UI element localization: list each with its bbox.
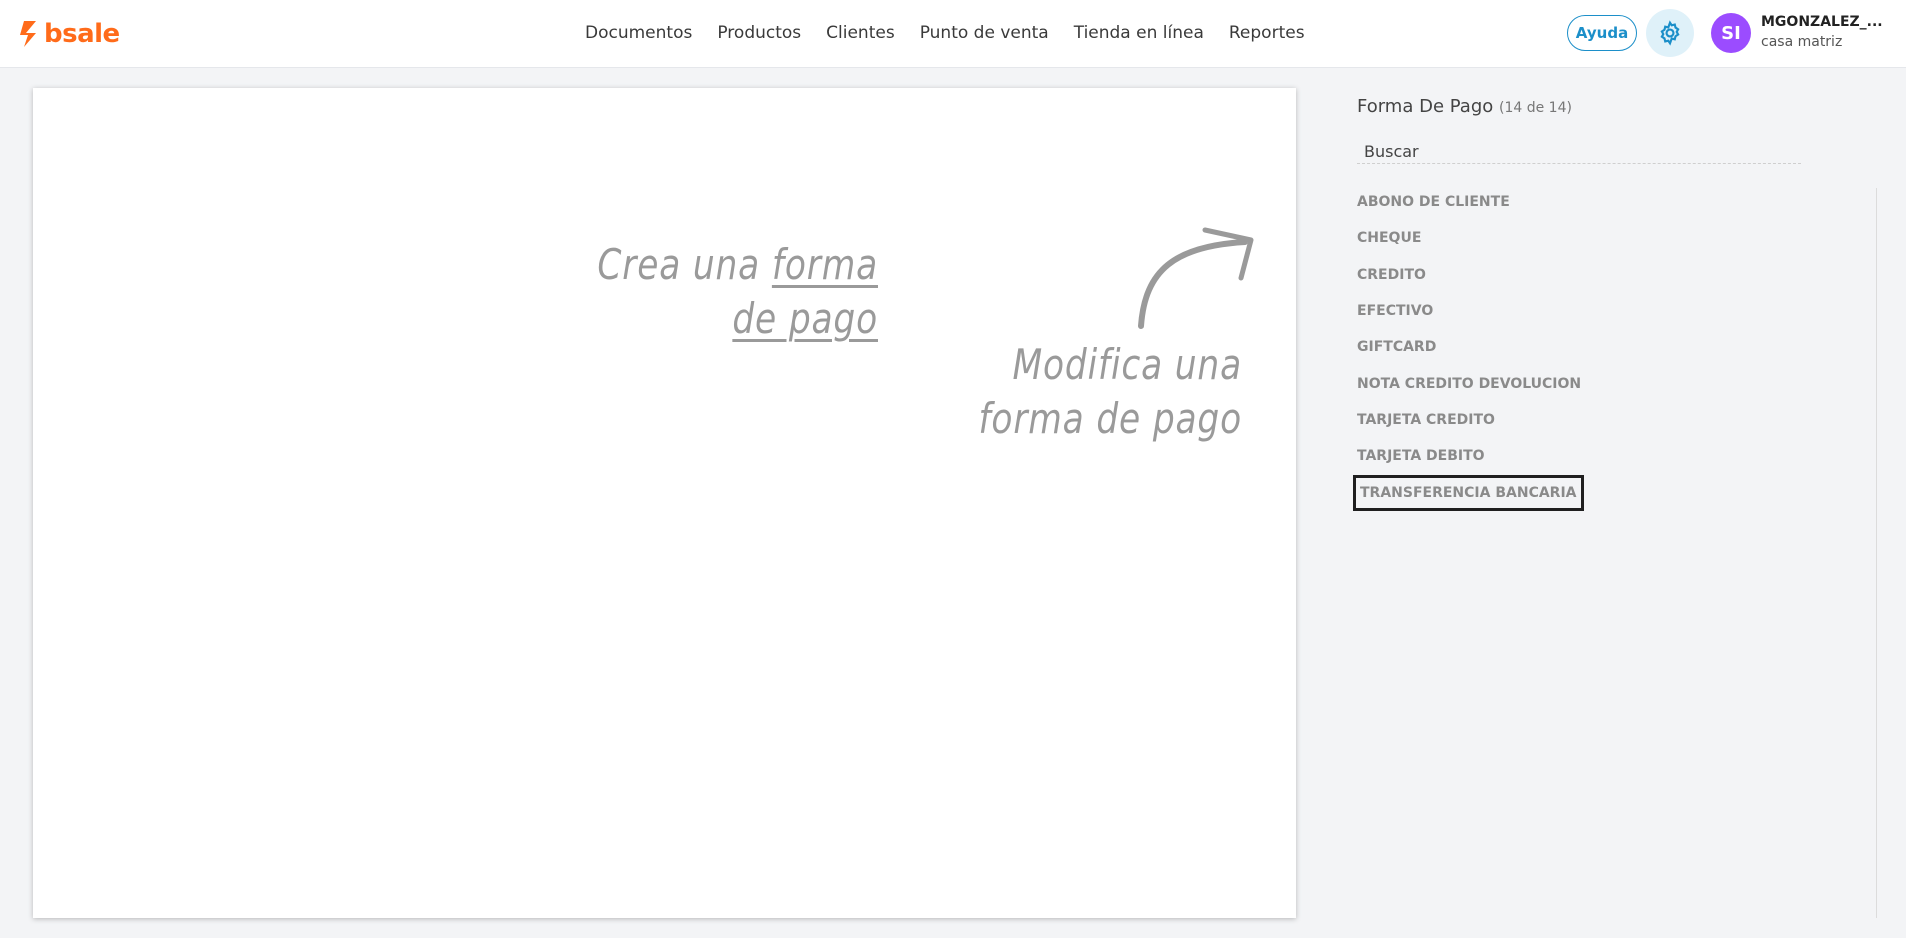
payment-method-item[interactable]: NOTA CREDITO DEVOLUCION: [1353, 370, 1585, 398]
bsale-logo[interactable]: bsale: [20, 18, 120, 50]
nav-productos[interactable]: Productos: [717, 23, 801, 43]
create-payment-link-2[interactable]: de pago: [732, 294, 878, 343]
panel-count: (14 de 14): [1499, 100, 1572, 116]
bsale-wordmark: bsale: [44, 19, 120, 49]
panel-title-text: Forma De Pago: [1357, 96, 1494, 117]
panel-scrollbar[interactable]: [1876, 188, 1877, 918]
user-avatar[interactable]: SI: [1711, 13, 1751, 53]
payment-method-item[interactable]: GIFTCARD: [1353, 333, 1440, 361]
create-hint-line1: Crea una forma: [534, 238, 878, 292]
payment-method-item[interactable]: ABONO DE CLIENTE: [1353, 188, 1514, 216]
nav-reportes[interactable]: Reportes: [1229, 23, 1305, 43]
payment-method-item[interactable]: TARJETA CREDITO: [1353, 406, 1499, 434]
list-item: CHEQUE: [1357, 220, 1877, 256]
payment-method-item[interactable]: CREDITO: [1353, 261, 1430, 289]
list-item: NOTA CREDITO DEVOLUCION: [1357, 365, 1877, 401]
payment-method-list: ABONO DE CLIENTE CHEQUE CREDITO EFECTIVO…: [1353, 184, 1877, 511]
search-input[interactable]: [1357, 140, 1801, 164]
gear-icon: [1660, 20, 1680, 46]
payment-method-item[interactable]: TRANSFERENCIA BANCARIA: [1353, 474, 1584, 511]
payment-method-item[interactable]: TARJETA DEBITO: [1353, 442, 1489, 470]
panel-title: Forma De Pago (14 de 14): [1357, 96, 1877, 117]
user-name: MGONZALEZ_...: [1761, 14, 1883, 30]
modify-hint-line2: forma de pago: [978, 394, 1242, 443]
payment-method-item[interactable]: EFECTIVO: [1353, 297, 1437, 325]
create-payment-link-1[interactable]: forma: [772, 240, 878, 289]
user-menu[interactable]: MGONZALEZ_... casa matriz: [1761, 14, 1901, 50]
list-item: TARJETA DEBITO: [1357, 438, 1877, 474]
modify-hint: Modifica una forma de pago: [865, 338, 1242, 446]
list-item: ABONO DE CLIENTE: [1357, 184, 1877, 220]
help-button[interactable]: Ayuda: [1567, 15, 1637, 51]
payment-method-item[interactable]: CHEQUE: [1353, 224, 1425, 252]
nav-tienda-en-linea[interactable]: Tienda en línea: [1074, 23, 1204, 43]
list-item: TARJETA CREDITO: [1357, 402, 1877, 438]
user-branch: casa matriz: [1761, 34, 1843, 50]
list-item: GIFTCARD: [1357, 329, 1877, 365]
payment-method-panel: Forma De Pago (14 de 14) ABONO DE CLIENT…: [1353, 96, 1877, 916]
nav-clientes[interactable]: Clientes: [826, 23, 895, 43]
list-item: TRANSFERENCIA BANCARIA: [1353, 474, 1877, 511]
curved-arrow-icon: [1138, 227, 1254, 329]
create-hint-line2: de pago: [534, 292, 878, 346]
nav-documentos[interactable]: Documentos: [585, 23, 692, 43]
settings-button[interactable]: [1646, 9, 1694, 57]
bsale-logo-icon: [20, 21, 36, 47]
create-hint-prefix: Crea una: [597, 240, 772, 289]
top-navbar: bsale Documentos Productos Clientes Punt…: [0, 0, 1906, 68]
list-item: CREDITO: [1357, 257, 1877, 293]
list-item: EFECTIVO: [1357, 293, 1877, 329]
create-hint: Crea una forma de pago: [534, 238, 878, 346]
nav-punto-de-venta[interactable]: Punto de venta: [920, 23, 1049, 43]
main-nav: Documentos Productos Clientes Punto de v…: [585, 0, 1330, 66]
modify-hint-line1: Modifica una: [1012, 340, 1242, 389]
